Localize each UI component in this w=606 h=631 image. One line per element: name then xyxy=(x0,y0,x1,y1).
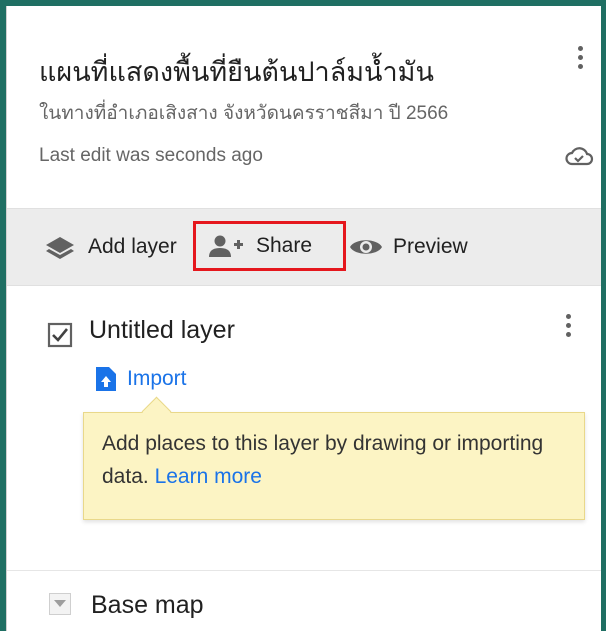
add-layer-button[interactable]: Add layer xyxy=(43,209,177,285)
layer-options-button[interactable] xyxy=(558,310,578,350)
layers-icon xyxy=(46,237,74,259)
checkbox-icon[interactable] xyxy=(47,322,73,348)
map-header: แผนที่แสดงพื้นที่ยืนต้นปาล์มน้ำมัน ในทาง… xyxy=(7,6,601,208)
more-vert-icon xyxy=(577,46,583,51)
eye-icon xyxy=(350,240,382,254)
map-title[interactable]: แผนที่แสดงพื้นที่ยืนต้นปาล์มน้ำมัน xyxy=(39,50,434,93)
import-link[interactable]: Import xyxy=(95,364,187,394)
import-label: Import xyxy=(127,367,187,390)
map-description[interactable]: ในทางที่อำเภอเสิงสาง จังหวัดนครราชสีมา ป… xyxy=(39,98,448,128)
dropdown-arrow-icon xyxy=(54,600,66,607)
learn-more-link[interactable]: Learn more xyxy=(155,465,262,488)
cloud-done-icon xyxy=(565,147,594,166)
map-toolbar: Add layer Share Preview xyxy=(7,208,601,286)
map-sidebar-panel: แผนที่แสดงพื้นที่ยืนต้นปาล์มน้ำมัน ในทาง… xyxy=(6,6,601,631)
share-label: Share xyxy=(256,234,313,257)
layer-hint-tooltip: Add places to this layer by drawing or i… xyxy=(83,412,585,520)
share-button[interactable]: Share xyxy=(193,221,346,271)
base-map-toggle[interactable] xyxy=(49,593,71,615)
map-options-button[interactable] xyxy=(570,42,590,82)
base-map-row[interactable]: Base map xyxy=(7,571,601,631)
import-file-icon xyxy=(96,367,116,391)
add-layer-label: Add layer xyxy=(88,235,177,258)
preview-label: Preview xyxy=(393,235,468,258)
person-add-icon xyxy=(209,235,243,257)
layer-name[interactable]: Untitled layer xyxy=(89,316,235,345)
base-map-label: Base map xyxy=(91,591,204,619)
layer-section: Untitled layer Import Add places to this… xyxy=(7,284,601,570)
preview-button[interactable]: Preview xyxy=(349,209,468,285)
last-edit-status: Last edit was seconds ago xyxy=(39,145,263,166)
more-vert-icon xyxy=(565,314,571,319)
